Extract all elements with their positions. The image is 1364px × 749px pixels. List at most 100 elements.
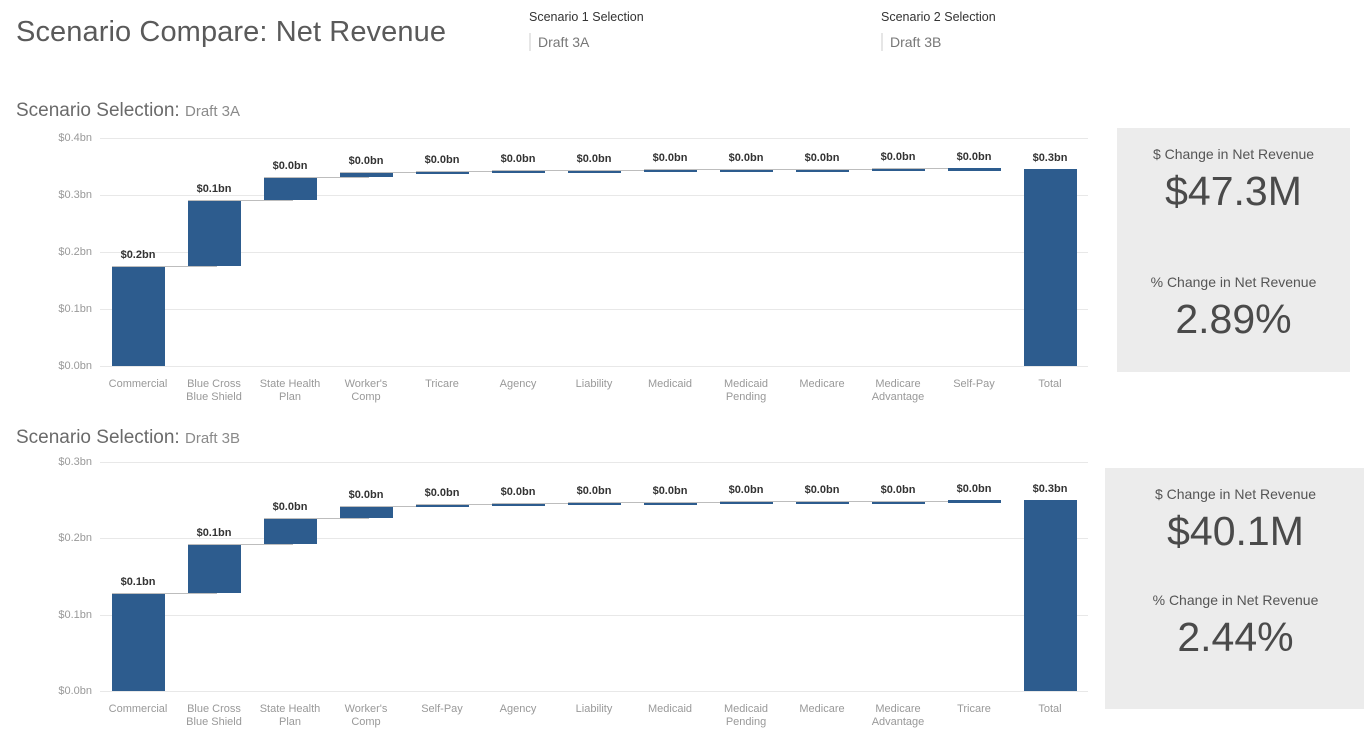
x-axis-tick-label: State Health Plan xyxy=(259,703,321,728)
scenario-1-slicer-label: Scenario 1 Selection xyxy=(529,10,644,24)
chart-1-heading-value: Draft 3A xyxy=(185,103,241,120)
gridline: $0.2bn xyxy=(58,246,1088,258)
kpi-dollar-value-1: $47.3M xyxy=(1165,168,1302,214)
bar-data-label: $0.0bn xyxy=(880,483,916,496)
y-axis-tick-label: $0.1bn xyxy=(58,608,92,621)
bar-data-label: $0.0bn xyxy=(272,160,308,173)
bar-data-label: $0.0bn xyxy=(804,483,840,496)
x-axis-tick-label: Total xyxy=(1038,378,1062,390)
waterfall-bar[interactable] xyxy=(112,266,165,366)
chart-1-heading: Scenario Selection: Draft 3A xyxy=(16,100,240,122)
bar-data-label: $0.0bn xyxy=(652,152,688,165)
bar-data-label: $0.1bn xyxy=(196,182,232,195)
bar-data-label: $0.0bn xyxy=(500,486,536,499)
gridline: $0.1bn xyxy=(58,609,1088,621)
bar-data-label: $0.0bn xyxy=(424,154,460,167)
x-axis-tick-label: State Health Plan xyxy=(259,378,321,403)
report-page: Scenario Compare: Net Revenue Scenario 1… xyxy=(0,0,1364,749)
scenario-1-slicer-value[interactable]: Draft 3A xyxy=(529,33,644,51)
waterfall-chart-scenario-2[interactable]: Scenario Selection: Draft 3B $0.0bn $0.1b… xyxy=(16,427,1091,737)
y-axis-tick-label: $0.2bn xyxy=(58,532,92,545)
x-axis-tick-label: Medicaid Pending xyxy=(723,378,769,403)
x-axis-tick-label: Medicare Advantage xyxy=(871,703,925,728)
waterfall-bar[interactable] xyxy=(1024,500,1077,691)
kpi-percent-title-2: % Change in Net Revenue xyxy=(1152,592,1319,608)
scenario-1-slicer[interactable]: Scenario 1 Selection Draft 3A xyxy=(529,10,644,51)
scenario-2-slicer[interactable]: Scenario 2 Selection Draft 3B xyxy=(881,10,996,51)
bar-data-label: $0.0bn xyxy=(728,484,764,497)
bar-data-label: $0.3bn xyxy=(1032,483,1068,496)
waterfall-bar[interactable] xyxy=(264,177,317,200)
bar-data-label: $0.0bn xyxy=(956,483,992,496)
y-axis-tick-label: $0.0bn xyxy=(58,360,92,372)
kpi-dollar-title-1: $ Change in Net Revenue xyxy=(1152,146,1315,162)
scenario-2-slicer-label: Scenario 2 Selection xyxy=(881,10,996,24)
x-axis-tick-label: Blue Cross Blue Shield xyxy=(186,703,242,728)
waterfall-connector xyxy=(264,518,369,519)
bar-data-label: $0.0bn xyxy=(272,500,308,513)
waterfall-bar[interactable] xyxy=(948,500,1001,504)
gridline: $0.2bn xyxy=(58,532,1088,544)
waterfall-connector xyxy=(188,200,293,201)
x-axis-tick-label: Medicaid Pending xyxy=(723,703,769,728)
x-axis-tick-label: Medicaid xyxy=(647,703,693,715)
bar-data-label: $0.0bn xyxy=(728,152,764,165)
bar-data-label: $0.1bn xyxy=(120,575,156,588)
bar-data-label: $0.0bn xyxy=(880,151,916,164)
kpi-percent-block-1: % Change in Net Revenue 2.89% xyxy=(1117,274,1350,343)
bar-data-label: $0.0bn xyxy=(576,152,612,165)
x-axis-tick-label: Blue Cross Blue Shield xyxy=(186,378,242,403)
bar-data-label: $0.0bn xyxy=(348,155,384,168)
scenario-2-slicer-value[interactable]: Draft 3B xyxy=(881,33,996,51)
bar-data-label: $0.1bn xyxy=(196,527,232,540)
kpi-card-scenario-1: $ Change in Net Revenue $47.3M % Change … xyxy=(1117,128,1350,372)
x-axis-tick-label: Agency xyxy=(499,703,537,715)
kpi-dollar-value-2: $40.1M xyxy=(1167,508,1304,554)
x-axis-tick-label: Commercial xyxy=(108,378,168,390)
bar-data-label: $0.0bn xyxy=(348,489,384,502)
chart-2-heading: Scenario Selection: Draft 3B xyxy=(16,427,240,449)
bar-data-label: $0.0bn xyxy=(652,484,688,497)
gridline: $0.1bn xyxy=(58,303,1088,315)
waterfall-bar[interactable] xyxy=(188,544,241,593)
gridline: $0.0bn xyxy=(58,685,1088,697)
bar-data-label: $0.0bn xyxy=(956,151,992,164)
x-axis-tick-label: Liability xyxy=(575,703,613,715)
chart-1-plot-area[interactable]: $0.0bn $0.1bn $0.2bn $0.3bn $0.4bn $0.2bn $0.1… xyxy=(58,132,1088,372)
bar-data-label: $0.3bn xyxy=(1032,151,1068,164)
bar-data-label: $0.0bn xyxy=(576,485,612,498)
page-title: Scenario Compare: Net Revenue xyxy=(16,16,447,48)
kpi-card-scenario-2: $ Change in Net Revenue $40.1M % Change … xyxy=(1105,468,1364,709)
kpi-dollar-block-2: $ Change in Net Revenue $40.1M xyxy=(1105,486,1364,555)
x-axis-tick-label: Tricare xyxy=(957,703,991,715)
kpi-dollar-block-1: $ Change in Net Revenue $47.3M xyxy=(1117,146,1350,215)
chart-1-heading-prefix: Scenario Selection: xyxy=(16,100,180,121)
waterfall-bar[interactable] xyxy=(188,199,241,267)
x-axis-tick-label: Worker's Comp xyxy=(344,703,388,728)
x-axis-tick-label: Medicaid xyxy=(647,378,693,390)
waterfall-bar[interactable] xyxy=(1024,168,1077,366)
x-axis-tick-label: Medicare xyxy=(799,378,845,390)
gridline: $0.3bn xyxy=(58,189,1088,201)
chart-2-heading-value: Draft 3B xyxy=(185,430,241,447)
x-axis-tick-label: Liability xyxy=(575,378,613,390)
kpi-dollar-title-2: $ Change in Net Revenue xyxy=(1154,486,1317,502)
bar-data-label: $0.0bn xyxy=(424,486,460,499)
bar-data-label: $0.2bn xyxy=(120,249,156,262)
waterfall-bar[interactable] xyxy=(264,517,317,545)
y-axis-tick-label: $0.4bn xyxy=(58,132,92,144)
waterfall-bar[interactable] xyxy=(340,506,393,518)
chart-2-plot-area[interactable]: $0.0bn $0.1bn $0.2bn $0.3bn $0.1bn $0.1bn $0.0… xyxy=(58,456,1088,697)
gridline: $0.0bn xyxy=(58,360,1088,372)
bar-data-label: $0.0bn xyxy=(804,151,840,164)
y-axis-tick-label: $0.3bn xyxy=(58,189,92,201)
waterfall-bar[interactable] xyxy=(948,168,1001,172)
y-axis-tick-label: $0.0bn xyxy=(58,685,92,697)
x-axis-tick-label: Agency xyxy=(499,378,537,390)
y-axis-tick-label: $0.1bn xyxy=(58,303,92,315)
x-axis-tick-label: Self-Pay xyxy=(421,703,463,715)
gridline: $0.4bn xyxy=(58,132,1088,144)
kpi-percent-value-2: 2.44% xyxy=(1177,614,1294,660)
waterfall-chart-scenario-1[interactable]: Scenario Selection: Draft 3A $0.0bn $0.1b… xyxy=(16,100,1091,410)
waterfall-bar[interactable] xyxy=(112,592,165,691)
